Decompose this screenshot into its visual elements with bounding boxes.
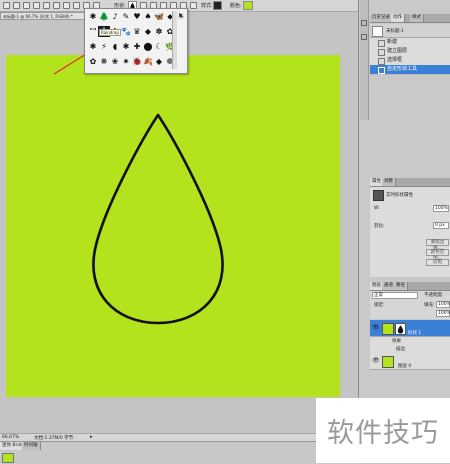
document-canvas[interactable]: [6, 55, 340, 397]
bottom-panel: 迷你 Bridge 时间轴: [0, 441, 358, 464]
fill-color-swatch[interactable]: [243, 1, 253, 10]
fill-field[interactable]: 100%: [436, 301, 450, 308]
raindrop-shape[interactable]: [6, 55, 340, 397]
custom-shape-picker[interactable]: ✱🌲♪✎♥♠🦋⬥☀""💧♣🐾♛◆✽✿✱⚡◖✱✚⬤☾🌿✿❋❀✷🐞🍂◆❁ ▸ Rai…: [84, 8, 188, 74]
picker-scrollbar[interactable]: [172, 11, 177, 69]
zoom-readout[interactable]: 66.67%: [2, 435, 19, 440]
layer-row-shape[interactable]: 形状 1: [370, 320, 450, 337]
width-field[interactable]: 100%: [433, 205, 449, 212]
opacity-label: 不透明度:: [424, 293, 444, 298]
history-item-label: 自定形状工具: [387, 66, 418, 72]
layer-name[interactable]: 图层 0: [398, 359, 411, 375]
tab-paths[interactable]: 路径: [394, 282, 408, 290]
history-step-icon: [378, 67, 385, 74]
history-step-icon: [378, 49, 385, 56]
invert-button[interactable]: 反相: [426, 259, 449, 266]
eye-icon[interactable]: 👁: [372, 357, 380, 365]
tab-styles[interactable]: 样式: [410, 14, 424, 22]
width-label: W:: [374, 206, 380, 211]
panel-icon-strip: [360, 0, 369, 120]
blend-mode-select[interactable]: 正常: [372, 292, 418, 299]
layer-row-background[interactable]: 图层 0: [370, 353, 450, 370]
tab-actions[interactable]: 动作: [391, 14, 405, 22]
history-icon[interactable]: [361, 20, 367, 26]
layers-tabs: 图层 通道 路径: [370, 282, 450, 291]
snapshot-label: 未标题-1: [386, 29, 404, 34]
tab-timeline[interactable]: 时间轴: [22, 442, 41, 450]
style-label: 样式:: [201, 3, 213, 9]
exclude-mode-icon[interactable]: [190, 2, 197, 9]
color-range-button[interactable]: 颜色范围...: [426, 249, 449, 261]
bridge-thumbnail[interactable]: [2, 453, 14, 463]
properties-kind-label: 实时形状属性: [386, 193, 413, 198]
shape-kind-icon: [373, 190, 384, 201]
tab-history[interactable]: 历史记录: [370, 14, 393, 22]
layer-thumbnail: [382, 356, 394, 368]
color-label: 颜色:: [230, 3, 242, 9]
watermark: 软件技巧: [316, 398, 450, 463]
lock-label: 锁定:: [374, 303, 385, 308]
feather-label: 羽化:: [374, 224, 385, 229]
layer-thumbnail: [382, 323, 394, 335]
path-ops-icon[interactable]: [23, 2, 30, 9]
history-item-label: 新建: [387, 39, 398, 45]
shape-tooltip: Raindrop: [99, 29, 121, 36]
rounded-rect-icon[interactable]: [53, 2, 60, 9]
history-step-icon: [378, 58, 385, 65]
shape-mode-icon[interactable]: [13, 2, 20, 9]
feather-field[interactable]: 0 px: [433, 222, 449, 229]
polygon-icon[interactable]: [73, 2, 80, 9]
history-step-icon: [378, 40, 385, 47]
opacity-field[interactable]: 100%: [436, 310, 450, 317]
history-item-label: 选择框: [387, 57, 403, 63]
history-snapshot[interactable]: 未标题-1: [370, 24, 450, 38]
pen-icon[interactable]: [33, 2, 40, 9]
rect-icon[interactable]: [43, 2, 50, 9]
document-tab[interactable]: 未标题-1 @ 66.7% (形状 1, RGB/8) *: [0, 12, 86, 20]
mask-edge-button[interactable]: 蒙版边缘...: [426, 239, 449, 251]
properties-tabs: 属性 调整: [370, 178, 450, 187]
properties-body: 实时形状属性 W: 100% 羽化: 0 px 蒙版边缘... 颜色范围... …: [370, 187, 450, 277]
picker-menu-icon[interactable]: ▸: [179, 11, 185, 18]
tab-adjustments[interactable]: 调整: [382, 178, 396, 186]
ellipse-icon[interactable]: [63, 2, 70, 9]
actions-icon[interactable]: [361, 34, 367, 40]
history-tabs: 历史记录 动作 样式: [370, 14, 450, 23]
snapshot-thumbnail: [372, 26, 383, 37]
history-item[interactable]: 自定形状工具: [370, 65, 450, 75]
fill-label: 填充:: [424, 303, 435, 308]
vector-mask-thumbnail: [395, 323, 406, 335]
layers-controls: 正常 不透明度: 锁定: 填充: 100% 100%: [370, 291, 450, 319]
eye-icon[interactable]: 👁: [372, 324, 380, 332]
tool-preset-icon[interactable]: [3, 2, 10, 9]
status-arrow-icon[interactable]: ▸: [90, 434, 93, 440]
style-swatch[interactable]: [213, 1, 222, 10]
history-item-label: 建立图层: [387, 48, 408, 54]
